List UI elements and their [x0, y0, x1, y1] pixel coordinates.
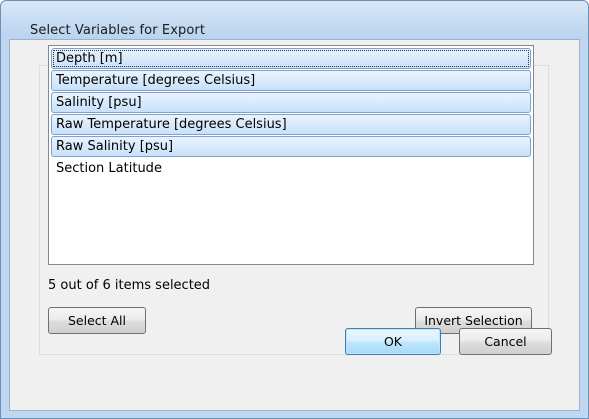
ok-button[interactable]: OK — [345, 328, 441, 355]
cancel-button[interactable]: Cancel — [459, 328, 552, 355]
export-dialog-window: Select Variables for Export Depth [m] Te… — [0, 0, 589, 419]
list-item[interactable]: Temperature [degrees Celsius] — [51, 70, 531, 91]
list-item[interactable]: Raw Temperature [degrees Celsius] — [51, 114, 531, 135]
select-all-button[interactable]: Select All — [48, 307, 146, 334]
selection-count-label: 5 out of 6 items selected — [48, 278, 211, 293]
list-item[interactable]: Section Latitude — [51, 158, 531, 179]
list-item[interactable]: Depth [m] — [51, 48, 531, 69]
variables-listbox[interactable]: Depth [m] Temperature [degrees Celsius] … — [48, 45, 534, 265]
title-bar[interactable]: Select Variables for Export — [1, 1, 588, 39]
list-item[interactable]: Raw Salinity [psu] — [51, 136, 531, 157]
list-item[interactable]: Salinity [psu] — [51, 92, 531, 113]
dialog-title: Select Variables for Export — [30, 23, 206, 38]
